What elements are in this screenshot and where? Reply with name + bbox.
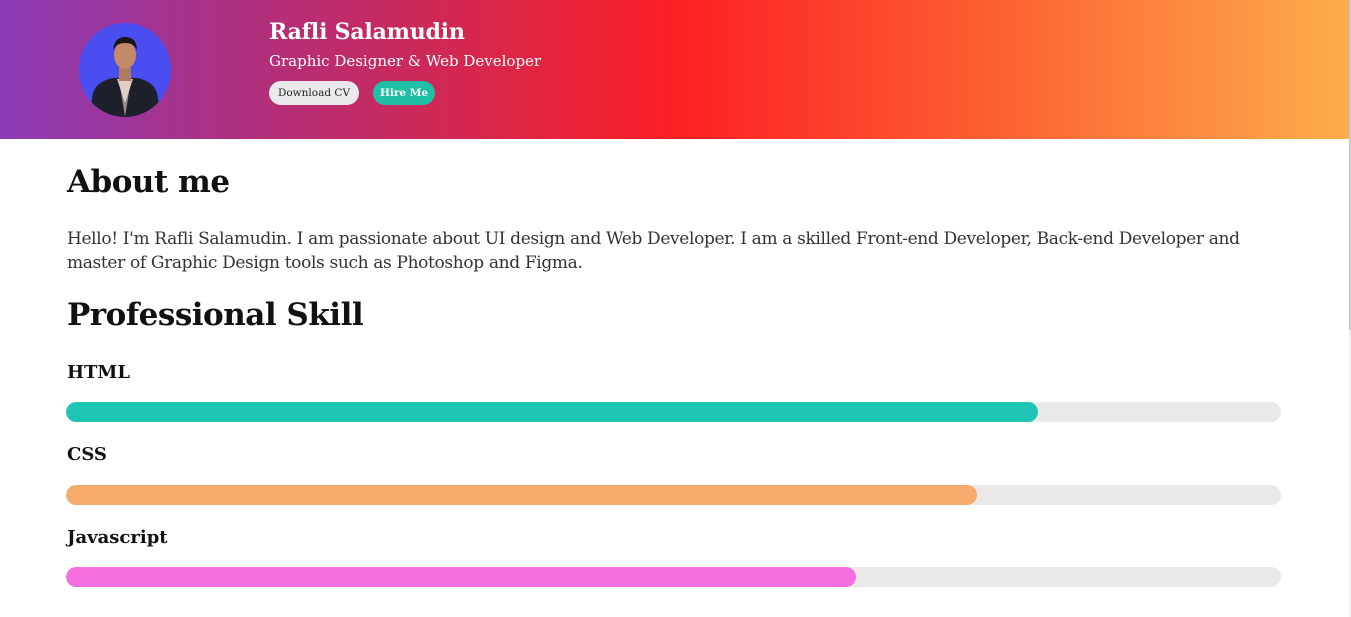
about-heading: About me bbox=[67, 164, 230, 200]
skill-bar-css bbox=[66, 485, 1281, 505]
profile-header: Rafli Salamudin Graphic Designer & Web D… bbox=[0, 0, 1349, 139]
about-text: Hello! I'm Rafli Salamudin. I am passion… bbox=[67, 229, 1240, 273]
skill-fill-css bbox=[66, 485, 978, 505]
profile-photo-icon bbox=[79, 23, 171, 117]
skill-label-css: CSS bbox=[67, 444, 107, 465]
skill-label-javascript: Javascript bbox=[67, 527, 168, 548]
profile-name: Rafli Salamudin bbox=[269, 19, 465, 45]
profile-role: Graphic Designer & Web Developer bbox=[269, 52, 542, 70]
avatar bbox=[79, 23, 171, 117]
hire-me-button[interactable]: Hire Me bbox=[373, 81, 435, 105]
download-cv-button[interactable]: Download CV bbox=[269, 81, 359, 105]
skill-label-html: HTML bbox=[67, 362, 130, 383]
skill-fill-html bbox=[66, 402, 1038, 422]
skill-fill-javascript bbox=[66, 567, 856, 587]
skill-bar-html bbox=[66, 402, 1281, 422]
skill-bar-javascript bbox=[66, 567, 1281, 587]
skills-heading: Professional Skill bbox=[67, 297, 364, 333]
